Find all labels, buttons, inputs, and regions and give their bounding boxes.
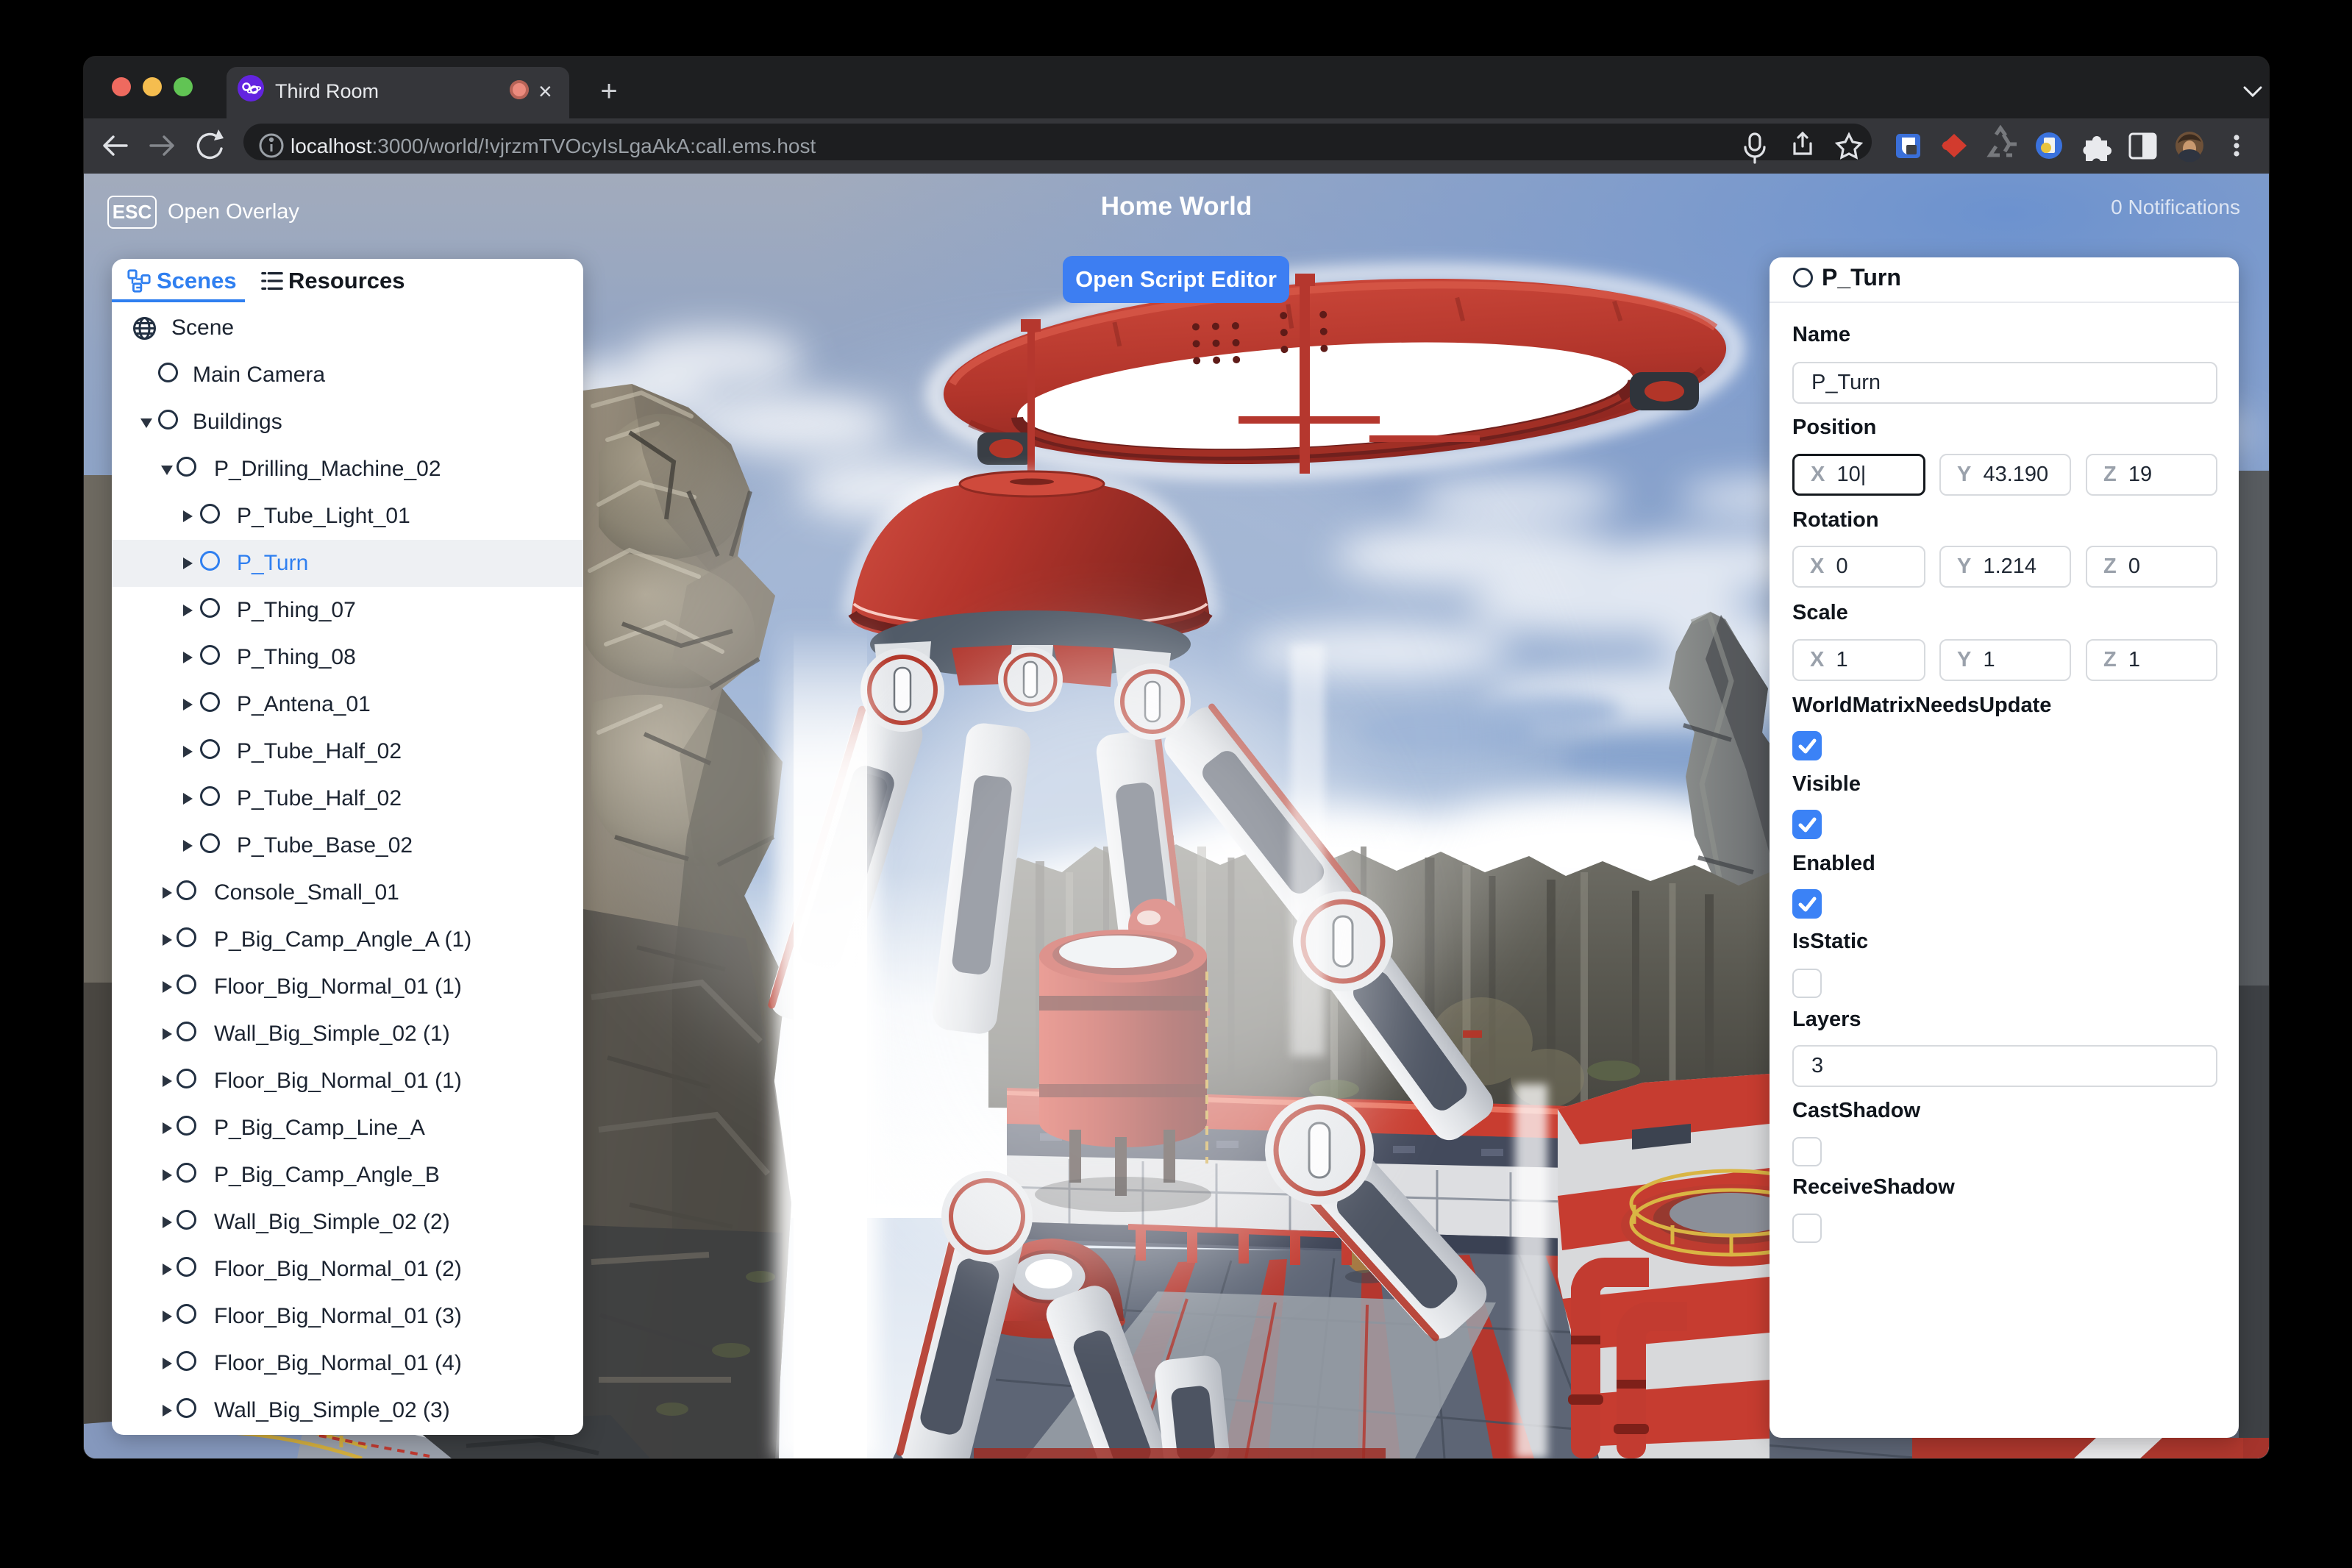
svg-text:localhost:3000/world/!vjrzmTVO: localhost:3000/world/!vjrzmTVOcyIsLgaAkA… (291, 135, 816, 157)
